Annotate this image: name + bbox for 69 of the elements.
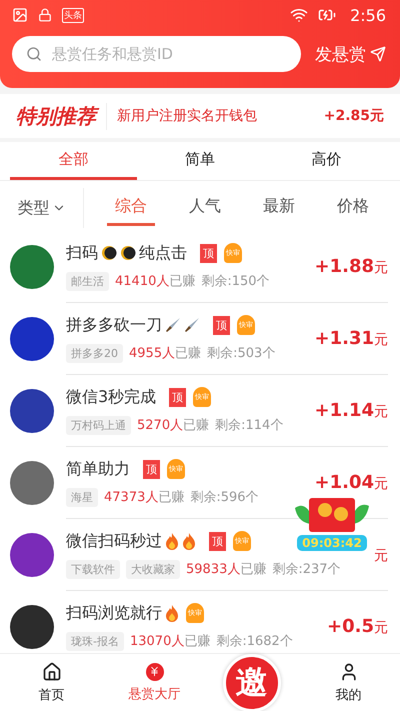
remaining-count: 剩余:150个 <box>201 273 270 290</box>
knife-icon <box>165 317 181 333</box>
nav-item[interactable]: 我的 <box>297 660 400 704</box>
task-title: 扫码 <box>66 242 98 264</box>
knife-icon <box>184 317 200 333</box>
earned-count: 59833人已赚 <box>186 561 266 578</box>
remaining-count: 剩余:114个 <box>215 417 284 434</box>
sort-tab[interactable]: 综合 <box>107 190 155 226</box>
task-tag: 下载软件 <box>66 560 120 578</box>
nav-item[interactable]: 悬赏大厅 <box>103 662 206 704</box>
promo-text: 新用户注册实名开钱包 <box>117 107 258 125</box>
task-reward: 元 <box>374 547 388 565</box>
promo-banner[interactable]: 特别推荐 新用户注册实名开钱包 +2.85元 <box>0 94 400 138</box>
fire-icon <box>165 604 179 622</box>
task-title: 微信扫码秒过 <box>66 530 162 552</box>
clock-time: 2:56 <box>350 6 386 24</box>
fire-icon <box>165 532 179 550</box>
top-badge: 顶 <box>209 532 226 550</box>
sort-tab[interactable]: 人气 <box>181 190 229 226</box>
news-badge: 头条 <box>62 8 84 22</box>
task-title: 纯点击 <box>139 242 187 264</box>
task-tag: 万村码上通 <box>66 416 131 434</box>
send-icon <box>370 46 386 62</box>
earned-count: 4955人已赚 <box>129 345 202 362</box>
earned-count: 13070人已赚 <box>130 633 210 650</box>
remaining-count: 剩余:596个 <box>190 489 259 506</box>
task-title: 扫码浏览就行 <box>66 602 162 624</box>
task-reward: +1.04元 <box>314 472 388 493</box>
search-icon <box>26 46 42 62</box>
category-tab[interactable]: 高价 <box>263 142 390 180</box>
yen-icon <box>146 662 164 680</box>
task-reward: +0.5元 <box>327 616 388 637</box>
sort-tab[interactable]: 价格 <box>329 190 377 226</box>
task-title: 简单助力 <box>66 458 130 480</box>
task-reward: +1.31元 <box>314 328 388 349</box>
task-title: 微信3秒完成 <box>66 386 156 408</box>
image-icon <box>12 7 28 23</box>
nav-item[interactable]: 首页 <box>0 660 103 704</box>
remaining-count: 剩余:237个 <box>272 561 341 578</box>
task-title: 拼多多砍一刀 <box>66 314 162 336</box>
task-tag: 大收藏家 <box>126 560 180 578</box>
task-tag: 珑珠-报名 <box>66 632 124 650</box>
earned-count: 5270人已赚 <box>137 417 210 434</box>
wifi-icon <box>290 6 308 24</box>
promo-title: 特别推荐 <box>16 102 107 130</box>
top-badge: 顶 <box>200 244 217 262</box>
earned-count: 47373人已赚 <box>104 489 184 506</box>
task-tag: 拼多多20 <box>66 344 123 362</box>
sort-tab[interactable]: 最新 <box>255 190 303 226</box>
task-tag: 邮生活 <box>66 272 109 290</box>
promo-reward: +2.85元 <box>324 107 384 125</box>
task-reward: +1.14元 <box>314 400 388 421</box>
remaining-count: 剩余:503个 <box>207 345 276 362</box>
category-tab[interactable]: 简单 <box>136 142 264 180</box>
lock-icon <box>38 8 52 22</box>
top-badge: 顶 <box>213 316 230 334</box>
fire-icon <box>182 532 196 550</box>
moon-icon <box>120 245 136 261</box>
remaining-count: 剩余:1682个 <box>216 633 293 650</box>
task-reward: +1.88元 <box>314 256 388 277</box>
top-badge: 顶 <box>169 388 186 406</box>
home-icon <box>42 662 62 682</box>
task-tag: 海星 <box>66 488 98 506</box>
post-reward-button[interactable]: 发悬赏 <box>315 42 386 66</box>
type-dropdown[interactable]: 类型 <box>0 188 84 228</box>
top-badge: 顶 <box>143 460 160 478</box>
moon-icon <box>101 245 117 261</box>
earned-count: 41410人已赚 <box>115 273 196 290</box>
countdown-timer: 09:03:42 <box>297 535 367 551</box>
